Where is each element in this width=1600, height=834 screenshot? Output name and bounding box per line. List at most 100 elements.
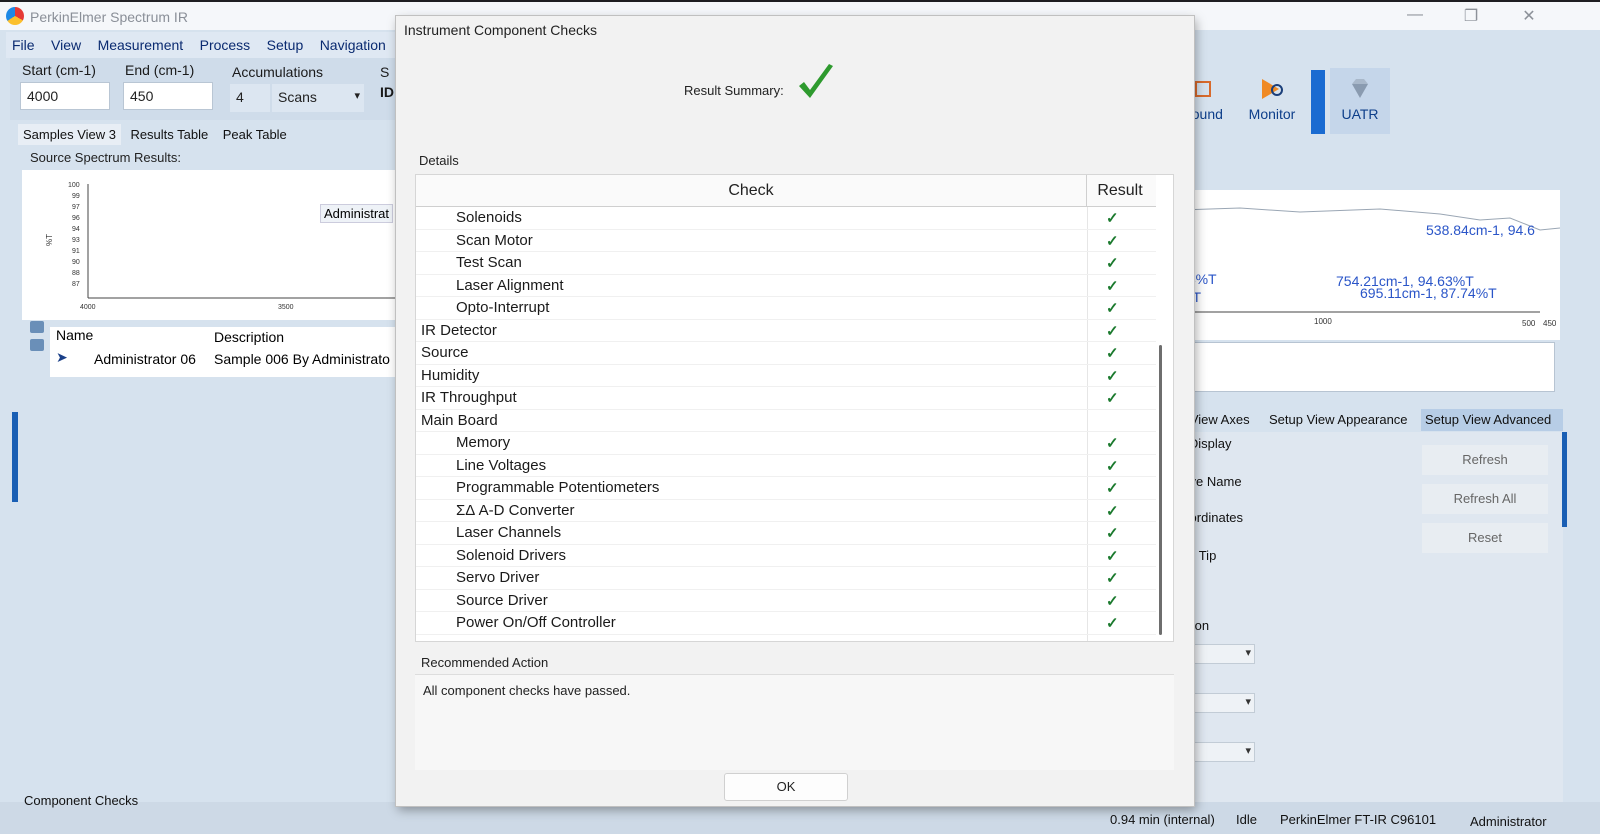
check-row[interactable]: Power On/Off Controller ✓: [416, 612, 1156, 635]
check-row[interactable]: Solenoid Drivers ✓: [416, 545, 1156, 567]
check-row[interactable]: Opto-Interrupt ✓: [416, 297, 1156, 320]
id-label: ID: [380, 84, 394, 100]
check-row[interactable]: Line Voltages ✓: [416, 455, 1156, 477]
check-result-icon: ✓: [1106, 502, 1119, 520]
tab-results-table[interactable]: Results Table: [125, 124, 213, 145]
recommended-action-text: All component checks have passed.: [423, 683, 631, 698]
end-input[interactable]: 450: [123, 82, 213, 110]
check-row[interactable]: Source Driver ✓: [416, 590, 1156, 612]
check-name: Solenoids: [456, 209, 522, 226]
minimize-icon[interactable]: —: [1400, 6, 1430, 24]
x-tick: 500: [1522, 319, 1536, 328]
check-row[interactable]: Main Board: [416, 410, 1156, 432]
menu-process[interactable]: Process: [194, 32, 257, 58]
menu-file[interactable]: File: [6, 32, 41, 58]
tab-setup-view-advanced[interactable]: Setup View Advanced: [1421, 409, 1563, 431]
check-row[interactable]: Laser Alignment ✓: [416, 275, 1156, 297]
tab-peak-table[interactable]: Peak Table: [218, 124, 292, 145]
ok-button[interactable]: OK: [724, 773, 848, 801]
app-logo-icon: [6, 7, 24, 25]
check-result-icon: ✓: [1106, 255, 1119, 272]
left-panel-splitter[interactable]: [12, 412, 18, 502]
check-result-icon: ✓: [1106, 345, 1119, 362]
refresh-button[interactable]: Refresh: [1422, 445, 1548, 475]
monitor-button[interactable]: Monitor: [1235, 68, 1309, 134]
x-tick: 1000: [1314, 317, 1332, 326]
check-result-icon: ✓: [1106, 322, 1119, 340]
check-row[interactable]: Humidity ✓: [416, 365, 1156, 387]
menu-setup[interactable]: Setup: [261, 32, 310, 58]
y-tick: 87: [72, 281, 80, 288]
check-row[interactable]: Servo Driver ✓: [416, 567, 1156, 590]
check-result-icon: ✓: [1106, 390, 1119, 407]
check-row[interactable]: Solenoids ✓: [416, 207, 1156, 230]
y-tick: 97: [72, 204, 80, 211]
grid-scrollbar[interactable]: [1159, 345, 1162, 635]
check-name: IR Detector: [421, 321, 497, 339]
app-title: PerkinElmer Spectrum IR: [30, 9, 188, 25]
check-row[interactable]: Test Scan ✓: [416, 252, 1156, 275]
menu-view[interactable]: View: [45, 32, 87, 58]
x-tick: 4000: [80, 304, 96, 311]
col-header-result[interactable]: Result: [1087, 175, 1153, 207]
check-name: Scan Motor: [456, 231, 533, 249]
component-checks-dialog: Instrument Component Checks Result Summa…: [396, 16, 1194, 806]
y-tick: 100: [68, 182, 80, 189]
ribbon: round Monitor UATR: [1180, 68, 1390, 134]
check-name: Test Scan: [456, 254, 522, 271]
uatr-button[interactable]: UATR: [1330, 68, 1390, 134]
y-unit-label: %T: [45, 234, 54, 246]
check-name: Power On/Off Controller: [456, 614, 616, 631]
check-rows: Solenoids ✓ Scan Motor ✓ Test Scan ✓ Laser Ali…: [416, 207, 1156, 635]
annotation: 538.84cm-1, 94.6: [1426, 222, 1535, 238]
check-name: Laser Channels: [456, 524, 562, 541]
y-tick: 90: [72, 259, 80, 266]
accumulations-label: Accumulations: [232, 64, 324, 80]
col-header-check[interactable]: Check: [416, 175, 1087, 207]
check-row[interactable]: Scan Motor ✓: [416, 230, 1156, 252]
col-header-description[interactable]: Description: [214, 329, 284, 345]
check-row[interactable]: Laser Channels ✓: [416, 522, 1156, 545]
check-name: Servo Driver: [456, 569, 540, 586]
status-user: Administrator: [1470, 814, 1547, 829]
check-row[interactable]: Source ✓: [416, 342, 1156, 365]
result-summary-label: Result Summary:: [684, 83, 784, 98]
sample-table: Name Description ➤ Administrator 06 Samp…: [50, 327, 396, 377]
check-row[interactable]: Memory ✓: [416, 432, 1156, 455]
reset-button[interactable]: Reset: [1422, 523, 1548, 553]
tool-icon[interactable]: [30, 339, 44, 351]
check-row[interactable]: IR Throughput ✓: [416, 387, 1156, 410]
accumulations-input[interactable]: 4: [230, 84, 270, 112]
menu-measurement[interactable]: Measurement: [92, 32, 190, 58]
col-header-name[interactable]: Name: [56, 327, 93, 343]
menu-navigation[interactable]: Navigation: [314, 32, 392, 58]
start-input[interactable]: 4000: [20, 82, 110, 110]
check-row[interactable]: ΣΔ A-D Converter ✓: [416, 500, 1156, 522]
row-arrow-icon: ➤: [56, 349, 68, 365]
check-name: Laser Alignment: [456, 276, 564, 294]
close-icon[interactable]: ✕: [1514, 6, 1544, 26]
check-row[interactable]: IR Detector ✓: [416, 320, 1156, 342]
sample-description[interactable]: Sample 006 By Administrato: [214, 351, 390, 367]
restore-icon[interactable]: ❐: [1456, 6, 1486, 26]
status-instrument: PerkinElmer FT-IR C96101: [1280, 812, 1437, 827]
menu-bar: File View Measurement Process Setup Navi…: [6, 32, 396, 79]
y-tick: 94: [72, 226, 80, 233]
tab-setup-view-appearance[interactable]: Setup View Appearance: [1265, 409, 1417, 431]
refresh-all-button[interactable]: Refresh All: [1422, 484, 1548, 514]
details-label: Details: [419, 153, 459, 168]
monitor-label: Monitor: [1248, 106, 1296, 122]
spectrum-plot-right-svg: 538.84cm-1, 94.6 754.21cm-1, 94.63%T 695…: [1180, 207, 1560, 328]
recommended-action-label: Recommended Action: [421, 655, 549, 670]
tab-samples-view[interactable]: Samples View 3: [18, 124, 121, 145]
accumulations-unit-select[interactable]: Scans ▾: [272, 84, 364, 112]
tool-icon[interactable]: [30, 321, 44, 333]
x-tick: 450: [1543, 319, 1557, 328]
s-label: S: [380, 64, 390, 80]
right-panel-splitter[interactable]: [1562, 432, 1567, 527]
monitor-dropdown-icon[interactable]: [1311, 70, 1325, 134]
check-name: Source Driver: [456, 591, 548, 609]
check-row[interactable]: Programmable Potentiometers ✓: [416, 477, 1156, 500]
sample-name[interactable]: Administrator 06: [94, 351, 196, 367]
check-name: Main Board: [421, 411, 498, 429]
